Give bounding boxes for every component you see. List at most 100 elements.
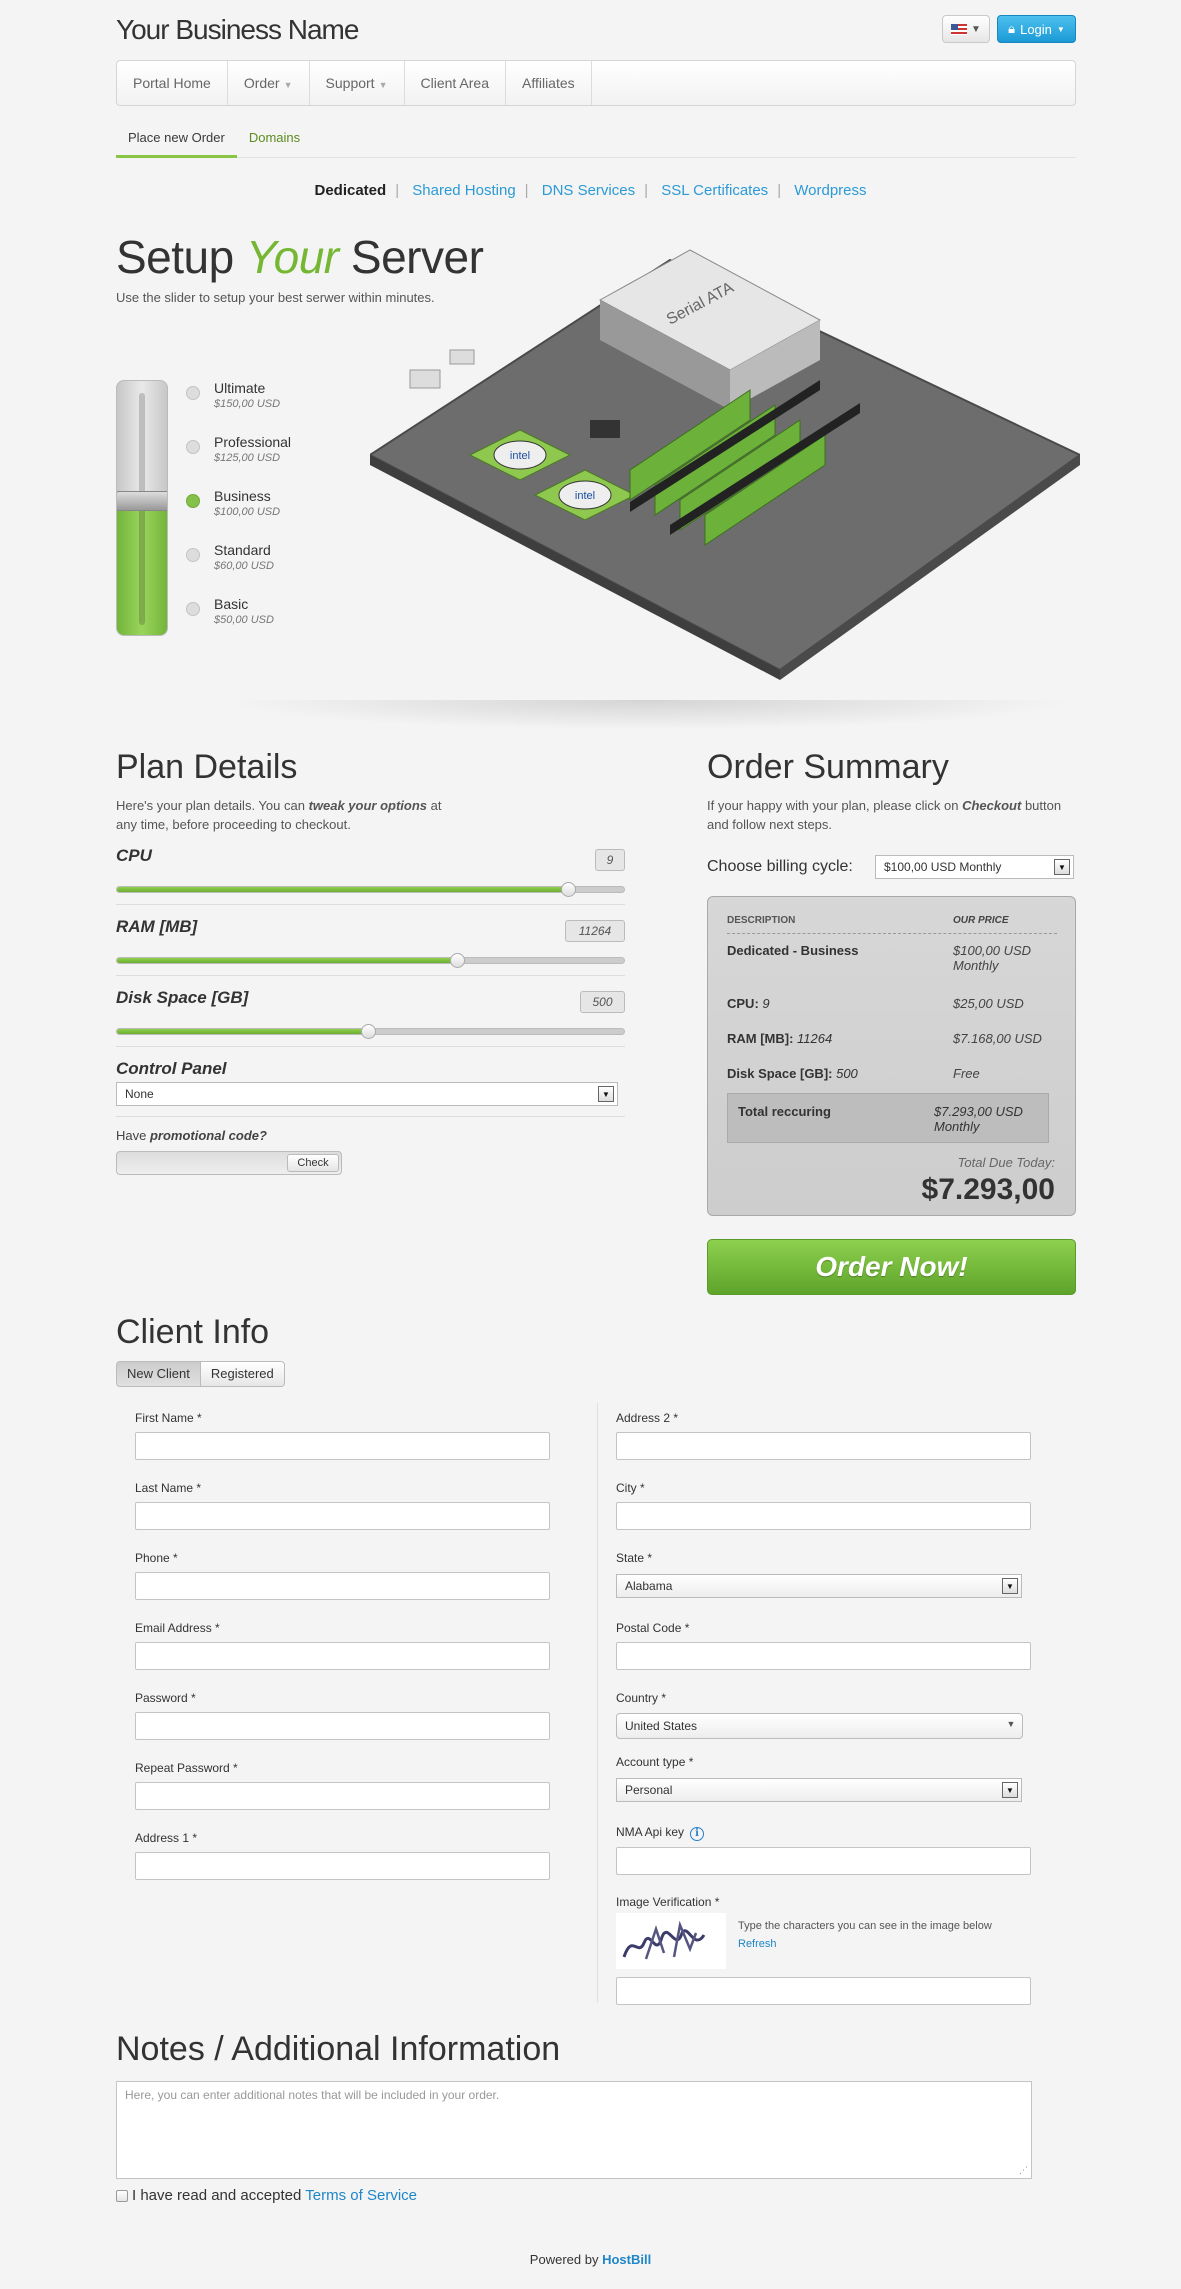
tos-agreement: I have read and accepted Terms of Servic… xyxy=(116,2187,417,2204)
footer: Powered by HostBill xyxy=(529,2252,652,2267)
server-motherboard-illustration: Serial ATA intel intel xyxy=(370,249,1080,680)
total-due-label: Total Due Today: xyxy=(957,1155,1055,1170)
chevron-down-icon: ▼ xyxy=(1002,1782,1018,1798)
order-now-button[interactable]: Order Now! xyxy=(707,1239,1076,1295)
order-summary-title: Order Summary xyxy=(707,748,949,786)
plan-option-basic[interactable]: Basic $50,00 USD xyxy=(186,596,274,626)
plan-option-business[interactable]: Business $100,00 USD xyxy=(186,488,280,518)
address1-label: Address 1 * xyxy=(135,1831,198,1845)
notes-title: Notes / Additional Information xyxy=(116,2030,561,2068)
nav-portal-home[interactable]: Portal Home xyxy=(117,61,228,105)
radio-dot[interactable] xyxy=(186,386,200,400)
address1-field[interactable] xyxy=(135,1852,550,1880)
account-type-label: Account type * xyxy=(616,1755,694,1769)
cpu-slider[interactable] xyxy=(116,882,625,897)
captcha-image xyxy=(616,1913,726,1969)
caret-down-icon: ▼ xyxy=(378,80,388,90)
tab-domains[interactable]: Domains xyxy=(237,122,312,158)
phone-field[interactable] xyxy=(135,1572,550,1600)
cpu-slider-handle[interactable] xyxy=(561,882,577,897)
tab-registered[interactable]: Registered xyxy=(200,1361,285,1387)
brand-name[interactable]: Your Business Name xyxy=(116,14,359,46)
info-icon[interactable]: i xyxy=(690,1827,705,1841)
api-key-label: NMA Api key i xyxy=(616,1825,705,1841)
ram-slider-handle[interactable] xyxy=(449,953,465,968)
cpu-label: CPU xyxy=(116,846,152,865)
chevron-down-icon: ▼ xyxy=(1054,859,1070,875)
plan-option-standard[interactable]: Standard $60,00 USD xyxy=(186,542,274,572)
product-category-nav: Dedicated | Shared Hosting | DNS Services |… xyxy=(314,182,867,199)
captcha-label: Image Verification * xyxy=(616,1895,720,1909)
plan-details-title: Plan Details xyxy=(116,748,298,786)
plan-slider[interactable] xyxy=(116,380,168,636)
first-name-field[interactable] xyxy=(135,1432,550,1460)
disk-slider[interactable] xyxy=(116,1024,625,1039)
plan-option-professional[interactable]: Professional $125,00 USD xyxy=(186,434,291,464)
state-label: State * xyxy=(616,1551,653,1565)
column-divider xyxy=(597,1403,598,2003)
radio-dot[interactable] xyxy=(186,548,200,562)
repeat-password-field[interactable] xyxy=(135,1782,550,1810)
login-button[interactable]: 🔒︎ Login ▼ xyxy=(997,15,1076,43)
ram-slider[interactable] xyxy=(116,953,625,968)
tab-new-client[interactable]: New Client xyxy=(116,1361,201,1387)
lock-icon: 🔒︎ xyxy=(1008,21,1016,36)
total-due-value: $7.293,00 xyxy=(921,1173,1055,1206)
email-field[interactable] xyxy=(135,1642,550,1670)
radio-dot-selected[interactable] xyxy=(186,494,200,508)
captcha-field[interactable] xyxy=(616,1977,1031,2005)
category-ssl-certificates[interactable]: SSL Certificates xyxy=(661,182,768,199)
password-label: Password * xyxy=(135,1691,196,1705)
tos-checkbox[interactable] xyxy=(116,2189,128,2202)
nav-client-area[interactable]: Client Area xyxy=(405,61,506,105)
summary-total-row: Total reccuring $7.293,00 USD Monthly xyxy=(727,1093,1049,1143)
plan-slider-handle[interactable] xyxy=(117,491,167,511)
billing-cycle-select[interactable]: $100,00 USD Monthly ▼ xyxy=(875,855,1074,879)
city-field[interactable] xyxy=(616,1502,1031,1530)
client-type-tabs: New Client Registered xyxy=(116,1361,285,1387)
radio-dot[interactable] xyxy=(186,440,200,454)
client-info-title: Client Info xyxy=(116,1313,270,1351)
radio-dot[interactable] xyxy=(186,602,200,616)
country-label: Country * xyxy=(616,1691,667,1705)
chevron-down-icon: ▼ xyxy=(1006,1719,1016,1729)
category-dedicated[interactable]: Dedicated xyxy=(314,182,386,199)
category-shared-hosting[interactable]: Shared Hosting xyxy=(412,182,515,199)
plan-option-ultimate[interactable]: Ultimate $150,00 USD xyxy=(186,380,280,410)
nav-affiliates[interactable]: Affiliates xyxy=(506,61,592,105)
postal-code-label: Postal Code * xyxy=(616,1621,690,1635)
category-wordpress[interactable]: Wordpress xyxy=(794,182,866,199)
notes-textarea[interactable]: Here, you can enter additional notes tha… xyxy=(116,2081,1032,2179)
disk-slider-handle[interactable] xyxy=(360,1024,376,1039)
tab-place-new-order[interactable]: Place new Order xyxy=(116,122,237,158)
account-type-select[interactable]: Personal ▼ xyxy=(616,1778,1022,1802)
last-name-field[interactable] xyxy=(135,1502,550,1530)
country-select[interactable]: United States ▼ xyxy=(616,1713,1023,1739)
control-panel-select[interactable]: None ▼ xyxy=(116,1082,618,1106)
nav-order[interactable]: Order ▼ xyxy=(228,61,310,105)
us-flag-icon xyxy=(951,23,968,35)
address2-field[interactable] xyxy=(616,1432,1031,1460)
category-dns-services[interactable]: DNS Services xyxy=(542,182,635,199)
address2-label: Address 2 * xyxy=(616,1411,679,1425)
promo-check-button[interactable]: Check xyxy=(287,1154,339,1172)
login-label: Login xyxy=(1020,21,1052,37)
state-select[interactable]: Alabama ▼ xyxy=(616,1574,1022,1598)
email-label: Email Address * xyxy=(135,1621,220,1635)
promo-label: Have promotional code? xyxy=(116,1128,267,1143)
tos-link[interactable]: Terms of Service xyxy=(305,2187,417,2204)
captcha-refresh-link[interactable]: Refresh xyxy=(738,1938,777,1950)
resize-handle-icon[interactable]: ⋰ xyxy=(1019,2165,1028,2176)
api-key-field[interactable] xyxy=(616,1847,1031,1875)
hostbill-link[interactable]: HostBill xyxy=(602,2252,651,2267)
caret-down-icon: ▼ xyxy=(1056,24,1065,34)
section-shadow xyxy=(220,700,1076,730)
language-button[interactable]: ▼ xyxy=(942,15,990,43)
password-field[interactable] xyxy=(135,1712,550,1740)
promo-code-input[interactable]: Check xyxy=(116,1151,342,1175)
disk-value: 500 xyxy=(580,991,625,1013)
phone-label: Phone * xyxy=(135,1551,178,1565)
postal-code-field[interactable] xyxy=(616,1642,1031,1670)
nav-support[interactable]: Support ▼ xyxy=(310,61,405,105)
cpu-value: 9 xyxy=(595,849,625,871)
